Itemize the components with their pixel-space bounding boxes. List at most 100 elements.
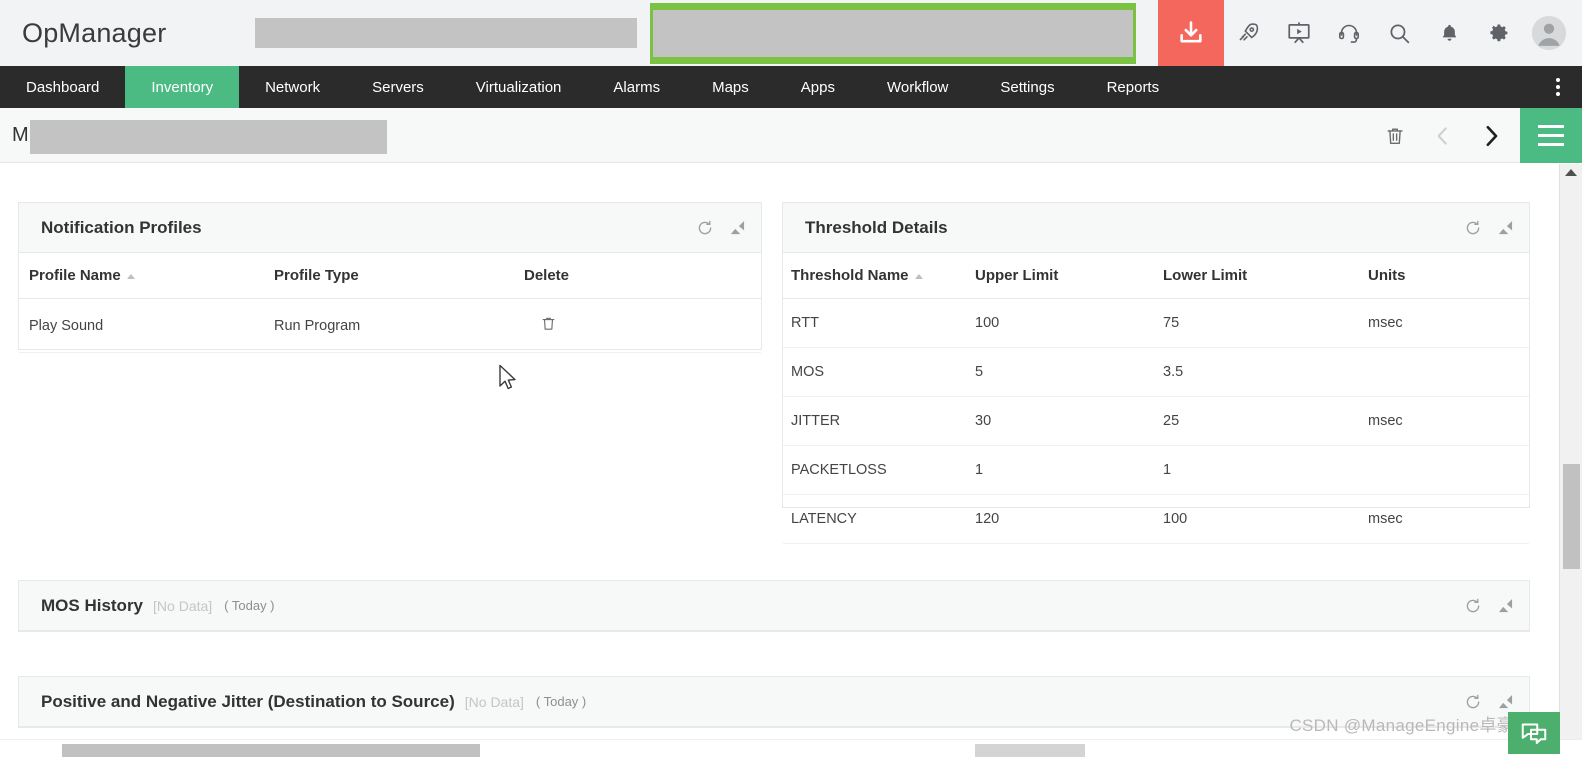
table-row[interactable]: PACKETLOSS 1 1 (783, 445, 1529, 495)
previous-icon[interactable] (1422, 115, 1464, 157)
side-menu-icon[interactable] (1520, 108, 1582, 163)
nav-tab-alarms[interactable]: Alarms (587, 66, 686, 108)
nav-tab-reports[interactable]: Reports (1081, 66, 1186, 108)
column-upper-limit[interactable]: Upper Limit (975, 253, 1163, 299)
dashboard-content: Notification Profiles Profile Name Profi… (0, 164, 1559, 739)
notification-profiles-title: Notification Profiles (41, 217, 202, 237)
gear-icon[interactable] (1474, 0, 1524, 66)
cell-lower-limit: 3.5 (1163, 347, 1368, 397)
cell-upper-limit: 5 (975, 347, 1163, 397)
vertical-scrollbar[interactable] (1559, 164, 1582, 739)
jitter-panel-no-data: [No Data] (464, 693, 524, 710)
expand-icon[interactable] (1498, 598, 1513, 613)
table-row[interactable]: RTT 100 75 msec (783, 298, 1529, 348)
cell-upper-limit: 120 (975, 494, 1163, 544)
notification-profiles-table: Profile Name Profile Type Delete Play So… (19, 253, 761, 353)
refresh-icon[interactable] (696, 219, 714, 237)
overflow-menu-icon[interactable] (1548, 66, 1568, 108)
column-profile-name[interactable]: Profile Name (19, 253, 274, 299)
bell-icon[interactable] (1424, 0, 1474, 66)
cell-upper-limit: 1 (975, 445, 1163, 495)
nav-tab-apps[interactable]: Apps (775, 66, 861, 108)
vertical-scrollbar-thumb[interactable] (1563, 464, 1580, 569)
cell-profile-type: Run Program (274, 298, 524, 353)
horizontal-scrollbar[interactable] (0, 739, 1582, 760)
download-icon[interactable] (1158, 0, 1224, 66)
watermark-text: CSDN @ManageEngine卓豪 (1289, 716, 1514, 735)
rocket-icon[interactable] (1224, 0, 1274, 66)
delete-row-icon (542, 317, 555, 330)
column-threshold-name[interactable]: Threshold Name (783, 253, 975, 299)
chat-support-icon[interactable] (1508, 712, 1560, 754)
mos-history-title: MOS History (41, 595, 144, 615)
search-icon[interactable] (1374, 0, 1424, 66)
avatar[interactable] (1524, 0, 1582, 66)
threshold-details-title: Threshold Details (805, 217, 948, 237)
jitter-panel-title: Positive and Negative Jitter (Destinatio… (41, 691, 455, 711)
header-icon-group (1158, 0, 1582, 66)
cell-lower-limit: 1 (1163, 445, 1368, 495)
column-profile-type[interactable]: Profile Type (274, 253, 524, 299)
cell-units: msec (1368, 298, 1529, 348)
cell-units (1368, 445, 1529, 495)
next-icon[interactable] (1470, 115, 1512, 157)
cell-threshold-name: JITTER (783, 396, 975, 446)
trash-icon[interactable] (1374, 115, 1416, 157)
cell-units (1368, 347, 1529, 397)
threshold-details-table: Threshold Name Upper Limit Lower Limit U… (783, 253, 1529, 544)
expand-icon[interactable] (1498, 220, 1513, 235)
column-lower-limit[interactable]: Lower Limit (1163, 253, 1368, 299)
cell-threshold-name: MOS (783, 347, 975, 397)
nav-tab-maps[interactable]: Maps (686, 66, 775, 108)
cell-lower-limit: 25 (1163, 396, 1368, 446)
cell-threshold-name: LATENCY (783, 494, 975, 544)
nav-tab-servers[interactable]: Servers (346, 66, 450, 108)
table-row[interactable]: JITTER 30 25 msec (783, 396, 1529, 446)
nav-tab-workflow[interactable]: Workflow (861, 66, 974, 108)
mos-history-period: ( Today ) (224, 598, 275, 613)
redacted-header-field-1 (255, 18, 637, 48)
cell-upper-limit: 30 (975, 396, 1163, 446)
horizontal-scrollbar-thumb[interactable] (62, 744, 480, 757)
expand-icon[interactable] (730, 220, 745, 235)
presentation-icon[interactable] (1274, 0, 1324, 66)
refresh-icon[interactable] (1464, 597, 1482, 615)
nav-tab-dashboard[interactable]: Dashboard (0, 66, 125, 108)
nav-tab-virtualization[interactable]: Virtualization (450, 66, 588, 108)
headset-icon[interactable] (1324, 0, 1374, 66)
expand-icon[interactable] (1498, 694, 1513, 709)
mos-history-header: MOS History [No Data] ( Today ) (19, 581, 1529, 631)
refresh-icon[interactable] (1464, 219, 1482, 237)
nav-tab-inventory[interactable]: Inventory (125, 66, 240, 108)
refresh-icon[interactable] (1464, 693, 1482, 711)
table-header-row: Threshold Name Upper Limit Lower Limit U… (783, 253, 1529, 299)
nav-tab-settings[interactable]: Settings (974, 66, 1080, 108)
cell-threshold-name: PACKETLOSS (783, 445, 975, 495)
cell-threshold-name: RTT (783, 298, 975, 348)
column-delete[interactable]: Delete (524, 253, 761, 299)
nav-tab-network[interactable]: Network (239, 66, 346, 108)
app-logo[interactable]: OpManager (22, 18, 166, 49)
column-units[interactable]: Units (1368, 253, 1529, 299)
scroll-up-icon[interactable] (1565, 169, 1577, 176)
page-title: M (12, 124, 29, 146)
cell-lower-limit: 100 (1163, 494, 1368, 544)
redacted-device-name (30, 120, 387, 154)
cell-lower-limit: 75 (1163, 298, 1368, 348)
notification-profiles-header: Notification Profiles (19, 203, 761, 253)
threshold-details-header: Threshold Details (783, 203, 1529, 253)
table-row[interactable]: LATENCY 120 100 msec (783, 494, 1529, 544)
jitter-panel-period: ( Today ) (535, 694, 587, 709)
threshold-details-panel: Threshold Details Threshold Name Upper L… (782, 202, 1530, 544)
cell-units: msec (1368, 396, 1529, 446)
table-header-row: Profile Name Profile Type Delete (19, 253, 761, 299)
horizontal-scrollbar-thumb-secondary[interactable] (975, 744, 1085, 757)
table-row[interactable]: MOS 5 3.5 (783, 347, 1529, 397)
main-navigation: Dashboard Inventory Network Servers Virt… (0, 66, 1582, 108)
opmanager-app: OpManager Dashboard Inventory Network Se… (0, 0, 1582, 760)
sort-asc-icon (914, 273, 923, 279)
table-row[interactable]: Play Sound Run Program (19, 298, 761, 353)
top-header: OpManager (0, 0, 1582, 66)
cell-delete (524, 298, 761, 353)
subheader-actions (1374, 108, 1512, 163)
